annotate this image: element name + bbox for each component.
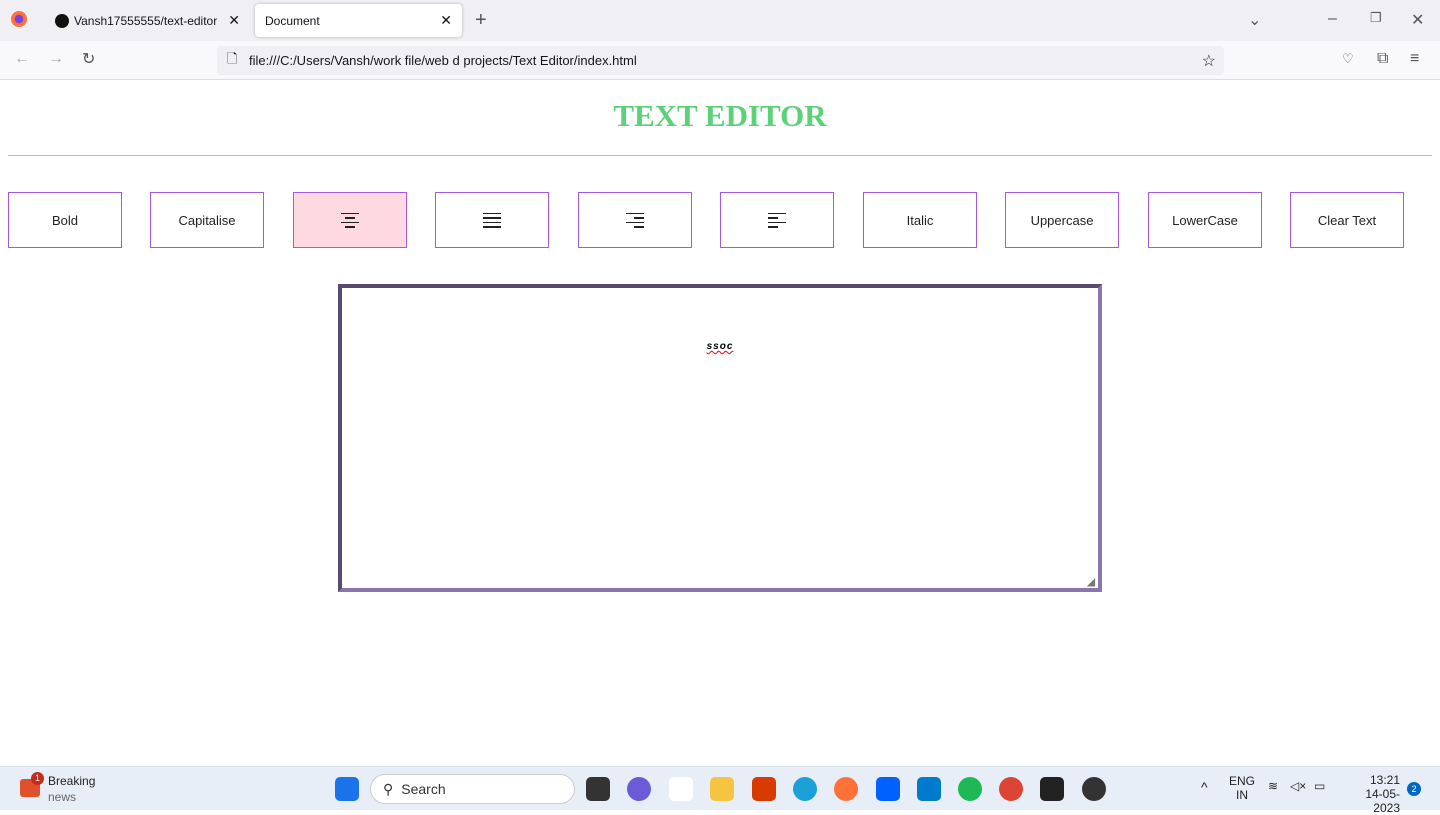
news-badge: 1 xyxy=(31,772,44,785)
align-center-button[interactable] xyxy=(293,192,407,248)
clear-text-button[interactable]: Clear Text xyxy=(1290,192,1404,248)
news-subtitle: news xyxy=(48,790,77,804)
search-icon: ⚲ xyxy=(383,780,394,797)
align-justify-button[interactable] xyxy=(435,192,549,248)
amazon-icon[interactable] xyxy=(669,777,693,801)
volume-muted-icon[interactable]: ◁× xyxy=(1290,779,1306,793)
notification-badge[interactable]: 2 xyxy=(1407,782,1421,796)
clock[interactable]: 13:21 14-05-2023 xyxy=(1342,773,1400,815)
teams-chat-icon[interactable] xyxy=(627,777,651,801)
language-code: ENG xyxy=(1229,774,1256,788)
tab-label: Vansh17555555/text-editor xyxy=(74,13,218,28)
url-text: file:///C:/Users/Vansh/work file/web d p… xyxy=(249,53,637,68)
news-title[interactable]: Breaking xyxy=(48,774,95,788)
bold-button[interactable]: Bold xyxy=(8,192,122,248)
windows-start-icon[interactable] xyxy=(335,777,359,801)
uppercase-button[interactable]: Uppercase xyxy=(1005,192,1119,248)
lowercase-button[interactable]: LowerCase xyxy=(1148,192,1262,248)
back-icon[interactable]: ← xyxy=(14,50,30,68)
align-right-button[interactable] xyxy=(578,192,692,248)
divider xyxy=(8,155,1432,156)
date: 14-05-2023 xyxy=(1365,787,1400,815)
page-title: TEXT EDITOR xyxy=(613,98,827,133)
new-tab-icon[interactable]: + xyxy=(475,9,487,32)
taskbar: 1 Breaking news ⚲ Search ^ ENG IN ≋ ◁× ▭ 1… xyxy=(0,766,1440,815)
task-view-icon[interactable] xyxy=(586,777,610,801)
align-center-icon xyxy=(341,212,359,228)
time: 13:21 xyxy=(1369,773,1400,787)
close-tab-icon[interactable]: ✕ xyxy=(440,12,452,29)
minimize-icon[interactable]: – xyxy=(1328,10,1337,28)
bookmark-star-icon[interactable]: ☆ xyxy=(1202,51,1216,71)
search-label: Search xyxy=(401,781,446,797)
menu-icon[interactable]: ≡ xyxy=(1410,50,1419,68)
tab-label: Document xyxy=(265,13,320,28)
dropbox-icon[interactable] xyxy=(876,777,900,801)
text-area-content: ssoc xyxy=(706,341,734,352)
align-left-icon xyxy=(768,212,786,228)
edge-icon[interactable] xyxy=(793,777,817,801)
firefox-taskbar-icon[interactable] xyxy=(834,777,858,801)
restore-icon[interactable]: ❐ xyxy=(1370,10,1382,26)
taskbar-search[interactable]: ⚲ Search xyxy=(370,774,575,804)
wifi-icon[interactable]: ≋ xyxy=(1268,779,1278,793)
chrome-icon[interactable] xyxy=(999,777,1023,801)
capitalise-button[interactable]: Capitalise xyxy=(150,192,264,248)
tab-document[interactable]: Document ✕ xyxy=(255,4,462,37)
align-justify-icon xyxy=(483,212,501,228)
vscode-icon[interactable] xyxy=(917,777,941,801)
region-code: IN xyxy=(1236,788,1248,802)
forward-icon[interactable]: → xyxy=(48,50,64,68)
align-left-button[interactable] xyxy=(720,192,834,248)
italic-button[interactable]: Italic xyxy=(863,192,977,248)
pocket-icon[interactable]: ♡ xyxy=(1342,51,1354,67)
file-explorer-icon[interactable] xyxy=(710,777,734,801)
battery-icon[interactable]: ▭ xyxy=(1314,779,1325,793)
show-hidden-icons-chevron-icon[interactable]: ^ xyxy=(1201,779,1208,795)
media-player-icon[interactable] xyxy=(1082,777,1106,801)
close-window-icon[interactable]: ✕ xyxy=(1411,10,1424,30)
text-area[interactable]: ssoc ◢ xyxy=(338,284,1102,592)
url-bar[interactable]: 🗋 file:///C:/Users/Vansh/work file/web d… xyxy=(217,46,1224,75)
tab-bar: Vansh17555555/text-editor ✕ Document ✕ + ⌄… xyxy=(0,0,1440,41)
spotify-icon[interactable] xyxy=(958,777,982,801)
github-icon xyxy=(55,13,69,28)
tab-list-chevron-icon[interactable]: ⌄ xyxy=(1248,10,1261,30)
close-tab-icon[interactable]: ✕ xyxy=(228,12,240,29)
terminal-icon[interactable] xyxy=(1040,777,1064,801)
tab-github[interactable]: Vansh17555555/text-editor ✕ xyxy=(45,4,250,37)
page-icon: 🗋 xyxy=(227,50,238,66)
language-indicator[interactable]: ENG IN xyxy=(1229,774,1255,802)
align-right-icon xyxy=(626,212,644,228)
reload-icon[interactable]: ↻ xyxy=(82,49,95,69)
nav-bar: ← → ↻ 🗋 file:///C:/Users/Vansh/work file… xyxy=(0,41,1440,80)
firefox-icon[interactable] xyxy=(11,11,27,27)
extensions-icon[interactable]: ⧉ xyxy=(1377,50,1388,68)
resize-handle-icon[interactable]: ◢ xyxy=(1087,577,1096,588)
store-icon[interactable] xyxy=(752,777,776,801)
